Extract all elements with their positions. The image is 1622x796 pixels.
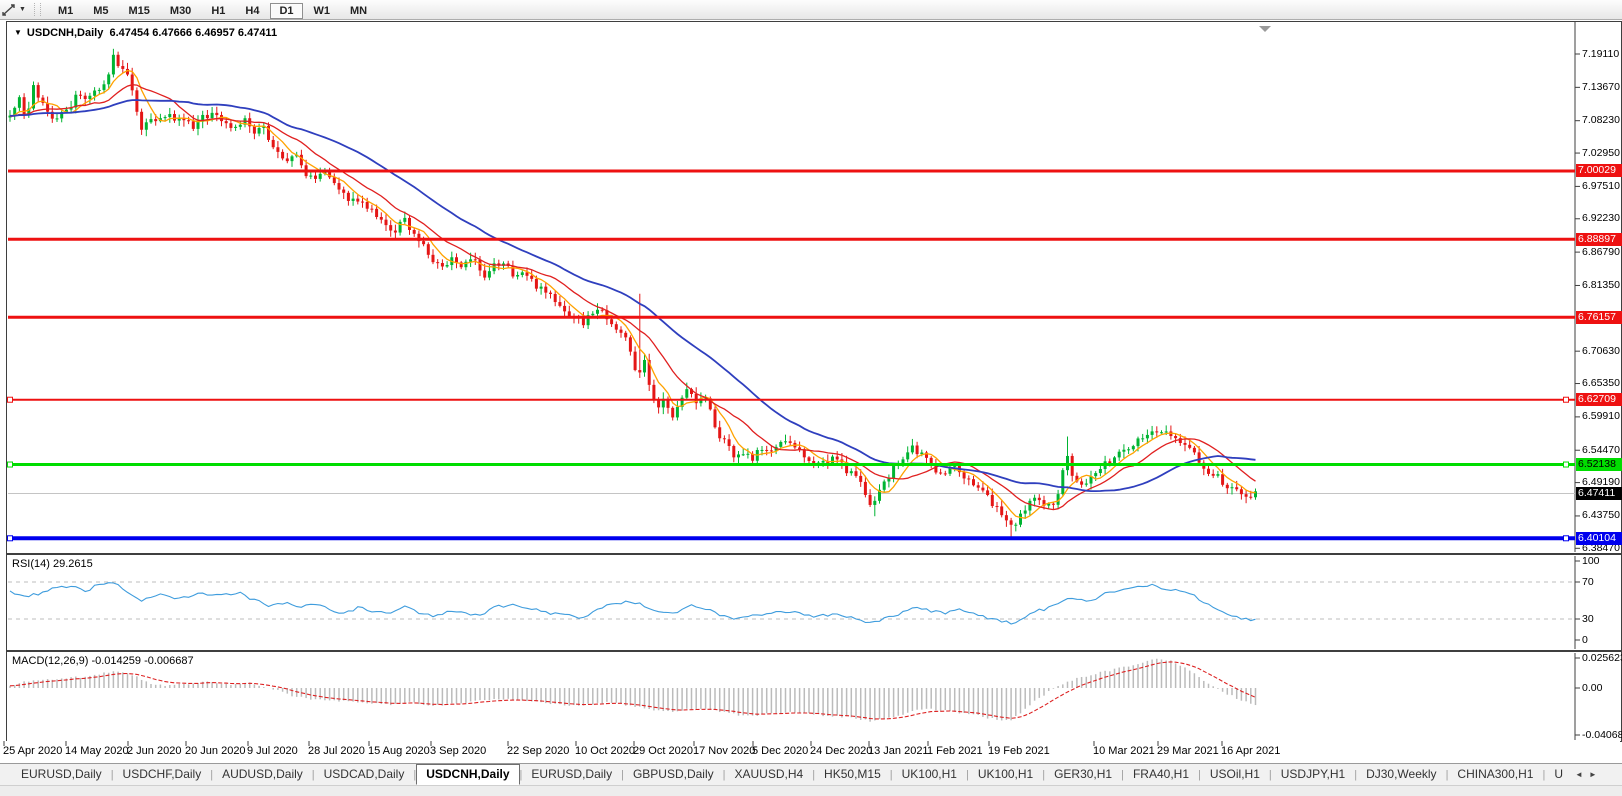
- date-label: 20 Jun 2020: [185, 745, 246, 757]
- crosshair-tool-icon[interactable]: [1, 3, 17, 17]
- chart-tab-ger30-11[interactable]: GER30,H1: [1045, 765, 1121, 784]
- price-tick-label: 6.59910: [1582, 410, 1620, 423]
- date-label: 28 Jul 2020: [308, 745, 365, 757]
- timeframe-button-m30[interactable]: M30: [161, 3, 200, 19]
- main-chart-panel[interactable]: [6, 21, 1622, 554]
- timeframe-button-m15[interactable]: M15: [120, 3, 159, 19]
- price-tick-label: 6.97510: [1582, 179, 1620, 192]
- chart-title: ▼ USDCNH,Daily 6.47454 6.47666 6.46957 6.…: [14, 27, 277, 39]
- chart-tab-overflow[interactable]: U: [1545, 765, 1572, 784]
- timeframe-button-h4[interactable]: H4: [236, 3, 268, 19]
- price-tick-label: 6.86790: [1582, 245, 1620, 258]
- date-label: 10 Mar 2021: [1093, 745, 1155, 757]
- chart-tab-china300-16[interactable]: CHINA300,H1: [1448, 765, 1542, 784]
- price-tick-label: 6.43750: [1582, 509, 1620, 522]
- price-badge-6.88897: 6.88897: [1576, 232, 1622, 246]
- date-label: 14 May 2020: [65, 745, 129, 757]
- macd-panel[interactable]: [6, 651, 1622, 742]
- tab-scroll-left-icon[interactable]: ◄: [1572, 770, 1586, 779]
- tool-dropdown-icon[interactable]: ▼: [19, 6, 26, 13]
- price-badge-6.76157: 6.76157: [1576, 310, 1622, 324]
- price-tick-label: 6.92230: [1582, 212, 1620, 225]
- price-badge-6.52138: 6.52138: [1576, 458, 1622, 472]
- chart-tab-bar: EURUSD,Daily | USDCHF,Daily | AUDUSD,Daily | U…: [0, 763, 1622, 785]
- macd-axis-label-0.00: 0.00: [1582, 681, 1603, 694]
- chart-tab-dj30-15[interactable]: DJ30,Weekly: [1357, 765, 1445, 784]
- chart-tab-usdcad-3[interactable]: USDCAD,Daily: [315, 765, 414, 784]
- price-badge-6.40104: 6.40104: [1576, 531, 1622, 545]
- chart-tab-eurusd-0[interactable]: EURUSD,Daily: [12, 765, 111, 784]
- timeframe-button-group: M1 M5 M15 M30 H1 H4 D1 W1 MN: [48, 1, 377, 19]
- chart-tab-uk100-9[interactable]: UK100,H1: [893, 765, 966, 784]
- timeframe-button-d1[interactable]: D1: [270, 2, 303, 19]
- rsi-axis-label-100: 100: [1582, 554, 1600, 567]
- date-label: 2 Jun 2020: [127, 745, 182, 757]
- top-toolbar: ▼ M1 M5 M15 M30 H1 H4 D1 W1 MN: [0, 0, 1622, 20]
- price-tick-label: 6.81350: [1582, 278, 1620, 291]
- date-label: 25 Apr 2020: [3, 745, 63, 757]
- price-badge-6.62709: 6.62709: [1576, 393, 1622, 407]
- price-badge-7.00029: 7.00029: [1576, 164, 1622, 178]
- chart-tab-usdjpy-14[interactable]: USDJPY,H1: [1272, 765, 1354, 784]
- date-label: 17 Nov 2020: [693, 745, 756, 757]
- date-label: 1 Feb 2021: [927, 745, 983, 757]
- chart-title-collapse-icon[interactable]: ▼: [14, 28, 22, 37]
- price-badge-6.47411: 6.47411: [1576, 487, 1622, 500]
- price-tick-label: 7.13670: [1582, 80, 1620, 93]
- date-label: 19 Feb 2021: [988, 745, 1050, 757]
- rsi-axis-label-30: 30: [1582, 612, 1594, 625]
- date-label: 16 Apr 2021: [1221, 745, 1281, 757]
- chart-tab-fra40-12[interactable]: FRA40,H1: [1124, 765, 1198, 784]
- chart-tab-gbpusd-6[interactable]: GBPUSD,Daily: [624, 765, 723, 784]
- chart-tab-xauusd-7[interactable]: XAUUSD,H4: [726, 765, 813, 784]
- mt4-terminal: { "window": {"width": 1622, "height": 79…: [0, 0, 1622, 796]
- price-tick-label: 7.19110: [1582, 47, 1620, 60]
- price-tick-label: 6.54470: [1582, 443, 1620, 456]
- timeframe-button-m5[interactable]: M5: [84, 3, 117, 19]
- date-label: 15 Aug 2020: [368, 745, 430, 757]
- chart-tab-usdchf-1[interactable]: USDCHF,Daily: [114, 765, 211, 784]
- date-label: 13 Jan 2021: [868, 745, 929, 757]
- date-label: 29 Mar 2021: [1157, 745, 1219, 757]
- chart-title-ohlc: 6.47454 6.47666 6.46957 6.47411: [109, 27, 278, 39]
- rsi-panel[interactable]: [6, 554, 1622, 651]
- timeframe-button-h1[interactable]: H1: [202, 3, 234, 19]
- date-label: 5 Dec 2020: [752, 745, 809, 757]
- date-label: 10 Oct 2020: [575, 745, 635, 757]
- macd-indicator-label: MACD(12,26,9) -0.014259 -0.006687: [12, 655, 194, 667]
- rsi-indicator-label: RSI(14) 29.2615: [12, 558, 93, 570]
- chart-title-symbol: USDCNH,Daily: [26, 27, 104, 39]
- date-label: 29 Oct 2020: [633, 745, 693, 757]
- date-label: 9 Jul 2020: [247, 745, 298, 757]
- chart-tab-audusd-2[interactable]: AUDUSD,Daily: [213, 765, 312, 784]
- timeframe-button-m1[interactable]: M1: [49, 3, 82, 19]
- rsi-axis-label-0: 0: [1582, 633, 1588, 646]
- rsi-axis-label-70: 70: [1582, 575, 1594, 588]
- price-tick-label: 7.08230: [1582, 114, 1620, 127]
- macd-axis-label--0.04068: -0.04068: [1582, 728, 1622, 741]
- price-tick-label: 6.70630: [1582, 344, 1620, 357]
- date-label: 24 Dec 2020: [810, 745, 873, 757]
- timeframe-button-w1[interactable]: W1: [305, 3, 340, 19]
- chart-tab-usdcnh-4[interactable]: USDCNH,Daily: [416, 764, 520, 785]
- macd-axis-label-0.025623: 0.025623: [1582, 651, 1622, 664]
- toolbar-grip[interactable]: [33, 3, 41, 16]
- chart-tab-eurusd-5[interactable]: EURUSD,Daily: [522, 765, 621, 784]
- chart-tab-uk100-10[interactable]: UK100,H1: [969, 765, 1042, 784]
- chart-tab-hk50-8[interactable]: HK50,M15: [815, 765, 890, 784]
- bottom-strip: [0, 785, 1622, 796]
- tab-scroll-right-icon[interactable]: ►: [1586, 770, 1600, 779]
- price-tick-label: 6.65350: [1582, 377, 1620, 390]
- timeframe-button-mn[interactable]: MN: [341, 3, 376, 19]
- date-label: 3 Sep 2020: [430, 745, 487, 757]
- price-tick-label: 7.02950: [1582, 146, 1620, 159]
- chart-tab-usoil-13[interactable]: USOil,H1: [1201, 765, 1269, 784]
- date-label: 22 Sep 2020: [507, 745, 570, 757]
